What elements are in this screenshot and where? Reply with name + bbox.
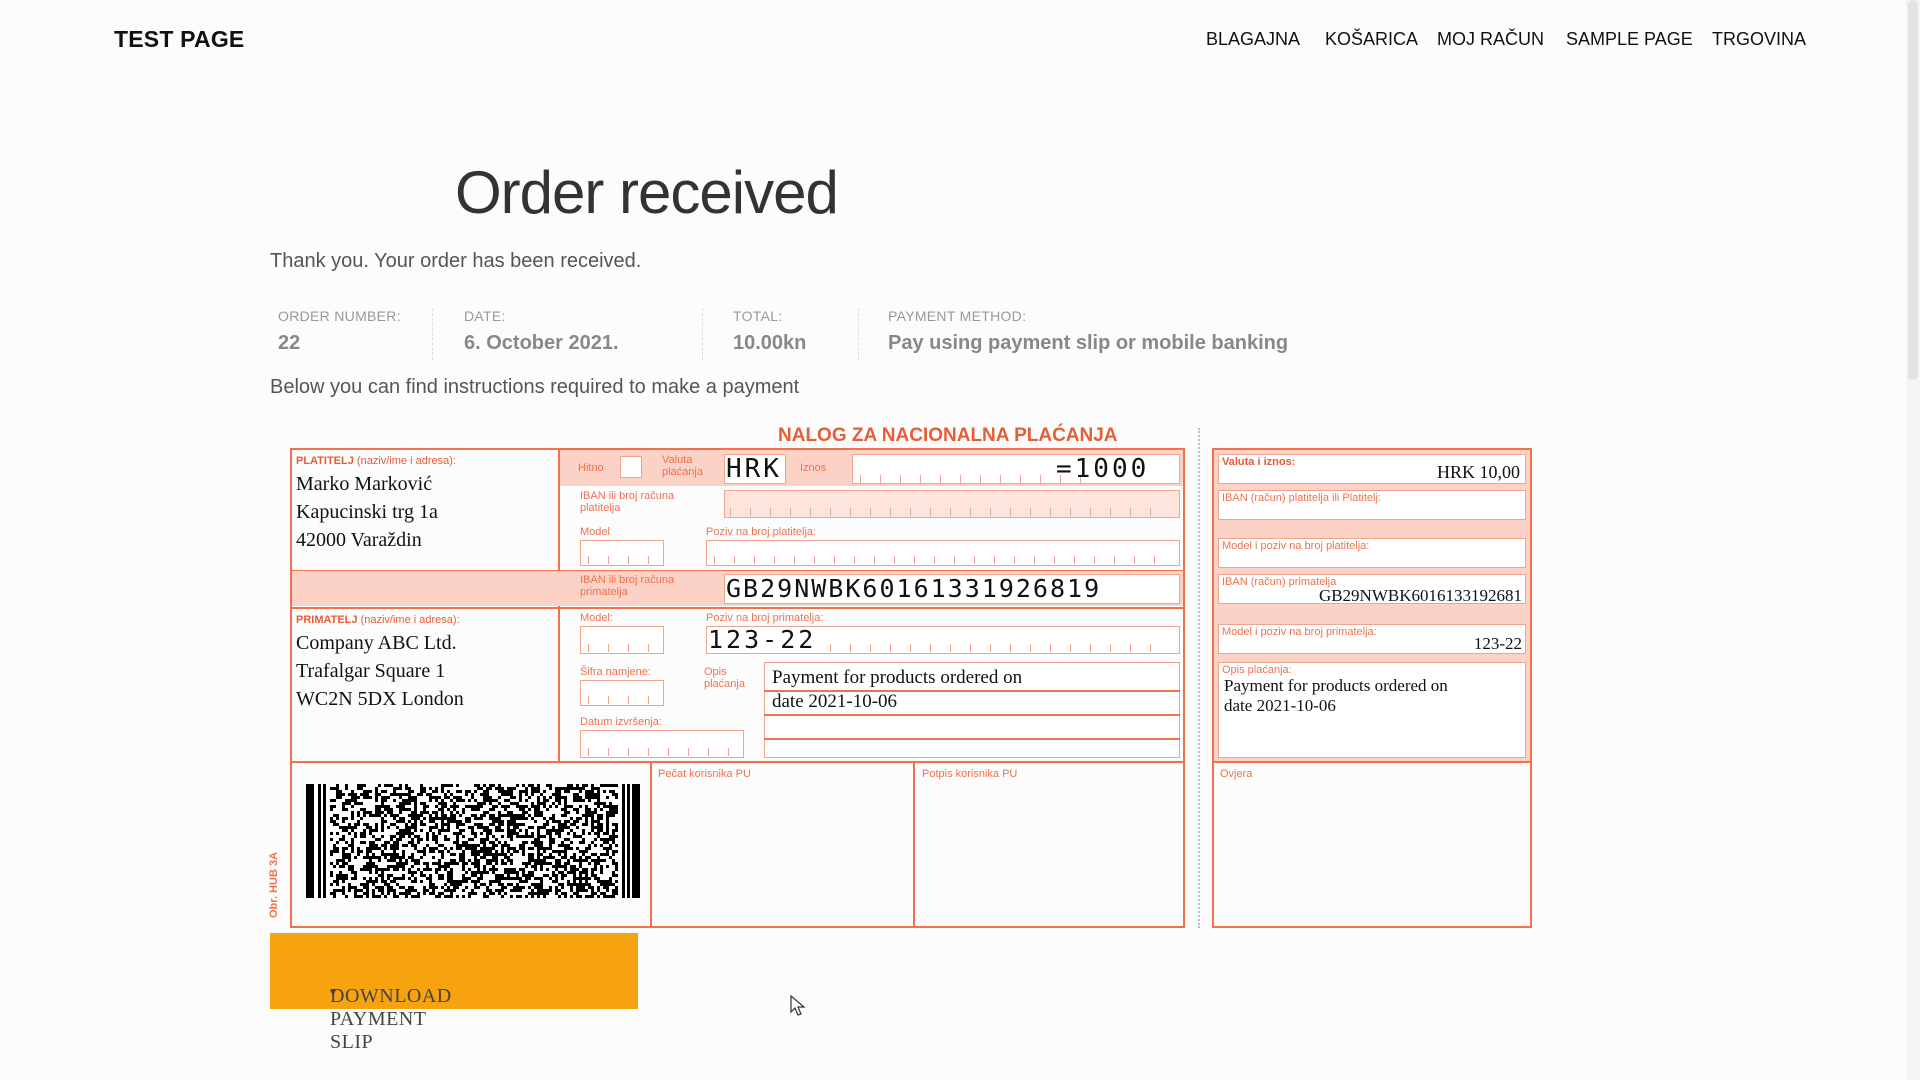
poziv-payer-ticks [714, 556, 1174, 564]
amount-value: =1000 [1056, 454, 1150, 484]
nav-item-moj-racun[interactable]: MOJ RAČUN [1437, 29, 1544, 50]
download-payment-slip-button[interactable]: DOWNLOAD PAYMENT SLIP ▾ [270, 933, 638, 1053]
slip-header: NALOG ZA NACIONALNA PLAĆANJA [778, 425, 1118, 446]
sifra-label: Šifra namjene: [580, 666, 651, 678]
slip-divider [290, 607, 1185, 609]
thank-you-message: Thank you. Your order has been received. [270, 250, 642, 272]
model-payer-ticks [588, 556, 658, 564]
payment-instructions: Below you can find instructions required… [270, 376, 800, 398]
slip-divider [650, 761, 652, 928]
receipt-iban-recipient-value: GB29NWBK6016133192681 [1318, 586, 1522, 605]
site-title[interactable]: TEST PAGE [114, 26, 244, 53]
nav-item-trgovina[interactable]: TRGOVINA [1712, 29, 1806, 50]
receipt-opis-label: Opis plaćanja: [1222, 664, 1292, 676]
receipt-iban-payer-label: IBAN (račun) platitelja ili Platitelj: [1222, 492, 1381, 504]
payment-method-label: PAYMENT METHOD: [888, 308, 1027, 324]
receipt-ovjera-label: Ovjera [1220, 768, 1253, 780]
datum-label: Datum izvršenja: [580, 716, 662, 728]
hitno-label: Hitno [578, 462, 604, 474]
receipt-model-payer-label: Model i poziv na broj platitelja: [1222, 540, 1370, 552]
iban-payer-ticks [730, 508, 1170, 516]
overview-divider [702, 308, 703, 360]
payer-label: PLATITELJ (naziv/ime i adresa): [296, 455, 456, 467]
scrollbar-thumb[interactable] [1908, 0, 1918, 380]
reference-value: 123-22 [708, 625, 817, 654]
overview-divider [432, 308, 433, 360]
mouse-cursor-icon [790, 995, 806, 1016]
payer-address: Marko Marković Kapucinski trg 1a 42000 V… [296, 473, 438, 551]
perforation-line [1198, 428, 1200, 928]
order-number-value: 22 [278, 332, 301, 354]
nav-item-sample-page[interactable]: SAMPLE PAGE [1566, 29, 1693, 50]
opis-label: Opis plaćanja [704, 666, 745, 690]
iban-recipient-label: IBAN ili broj računa primatelja [580, 574, 675, 598]
overview-divider [858, 308, 859, 360]
nav-item-kosarica[interactable]: KOŠARICA [1325, 29, 1418, 50]
order-date-label: DATE: [464, 308, 506, 324]
receipt-model-recipient-label: Model i poziv na broj primatelja: [1222, 626, 1377, 638]
order-total-label: TOTAL: [733, 308, 783, 324]
order-number-label: ORDER NUMBER: [278, 308, 401, 324]
currency-label: Valuta plaćanja [662, 454, 703, 478]
description-line [764, 714, 1180, 716]
receipt-reference-value: 123-22 [1473, 634, 1522, 653]
poziv-recipient-label: Poziv na broj primatelja: [706, 612, 824, 624]
iban-recipient-value: GB29NWBK60161331926819 [726, 574, 1102, 603]
poziv-payer-label: Poziv na broj platitelja: [706, 526, 817, 538]
urgent-checkbox [620, 456, 642, 478]
description-text: Payment for products ordered on date 202… [772, 667, 1023, 712]
datum-ticks [588, 748, 738, 756]
receipt-valuta-label: Valuta i iznos: [1222, 456, 1296, 468]
nav-item-blagajna[interactable]: BLAGAJNA [1206, 29, 1300, 50]
poziv-recipient-ticks [830, 644, 1170, 652]
order-total-value: 10.00kn [733, 332, 807, 354]
caret-down-icon: ▾ [330, 985, 337, 999]
receipt-description-text: Payment for products ordered on date 202… [1224, 676, 1448, 715]
receipt-amount-value: HRK 10,00 [1436, 462, 1520, 482]
order-date-value: 6. October 2021. [464, 332, 619, 354]
receipt-divider [1212, 761, 1532, 763]
recipient-address: Company ABC Ltd. Trafalgar Square 1 WC2N… [296, 632, 464, 710]
iban-payer-label: IBAN ili broj računa platitelja [580, 490, 675, 514]
model-label: Model [580, 526, 610, 538]
page-title: Order received [455, 159, 839, 226]
slip-divider [290, 761, 1185, 763]
payment-method-value: Pay using payment slip or mobile banking [888, 332, 1289, 354]
potpis-label: Potpis korisnika PU [922, 768, 1018, 780]
payment-slip: NALOG ZA NACIONALNA PLAĆANJA PLATITELJ (… [268, 420, 1535, 930]
recipient-label: PRIMATELJ (naziv/ime i adresa): [296, 614, 460, 626]
description-line [764, 738, 1180, 740]
sifra-ticks [588, 696, 658, 704]
iznos-label: Iznos [800, 462, 827, 474]
slip-divider [913, 761, 915, 928]
barcode [306, 784, 640, 898]
pecat-label: Pečat korisnika PU [658, 768, 751, 780]
model-recipient-ticks [588, 644, 658, 652]
model-recipient-label: Model: [580, 612, 614, 624]
currency-value: HRK [726, 454, 782, 484]
